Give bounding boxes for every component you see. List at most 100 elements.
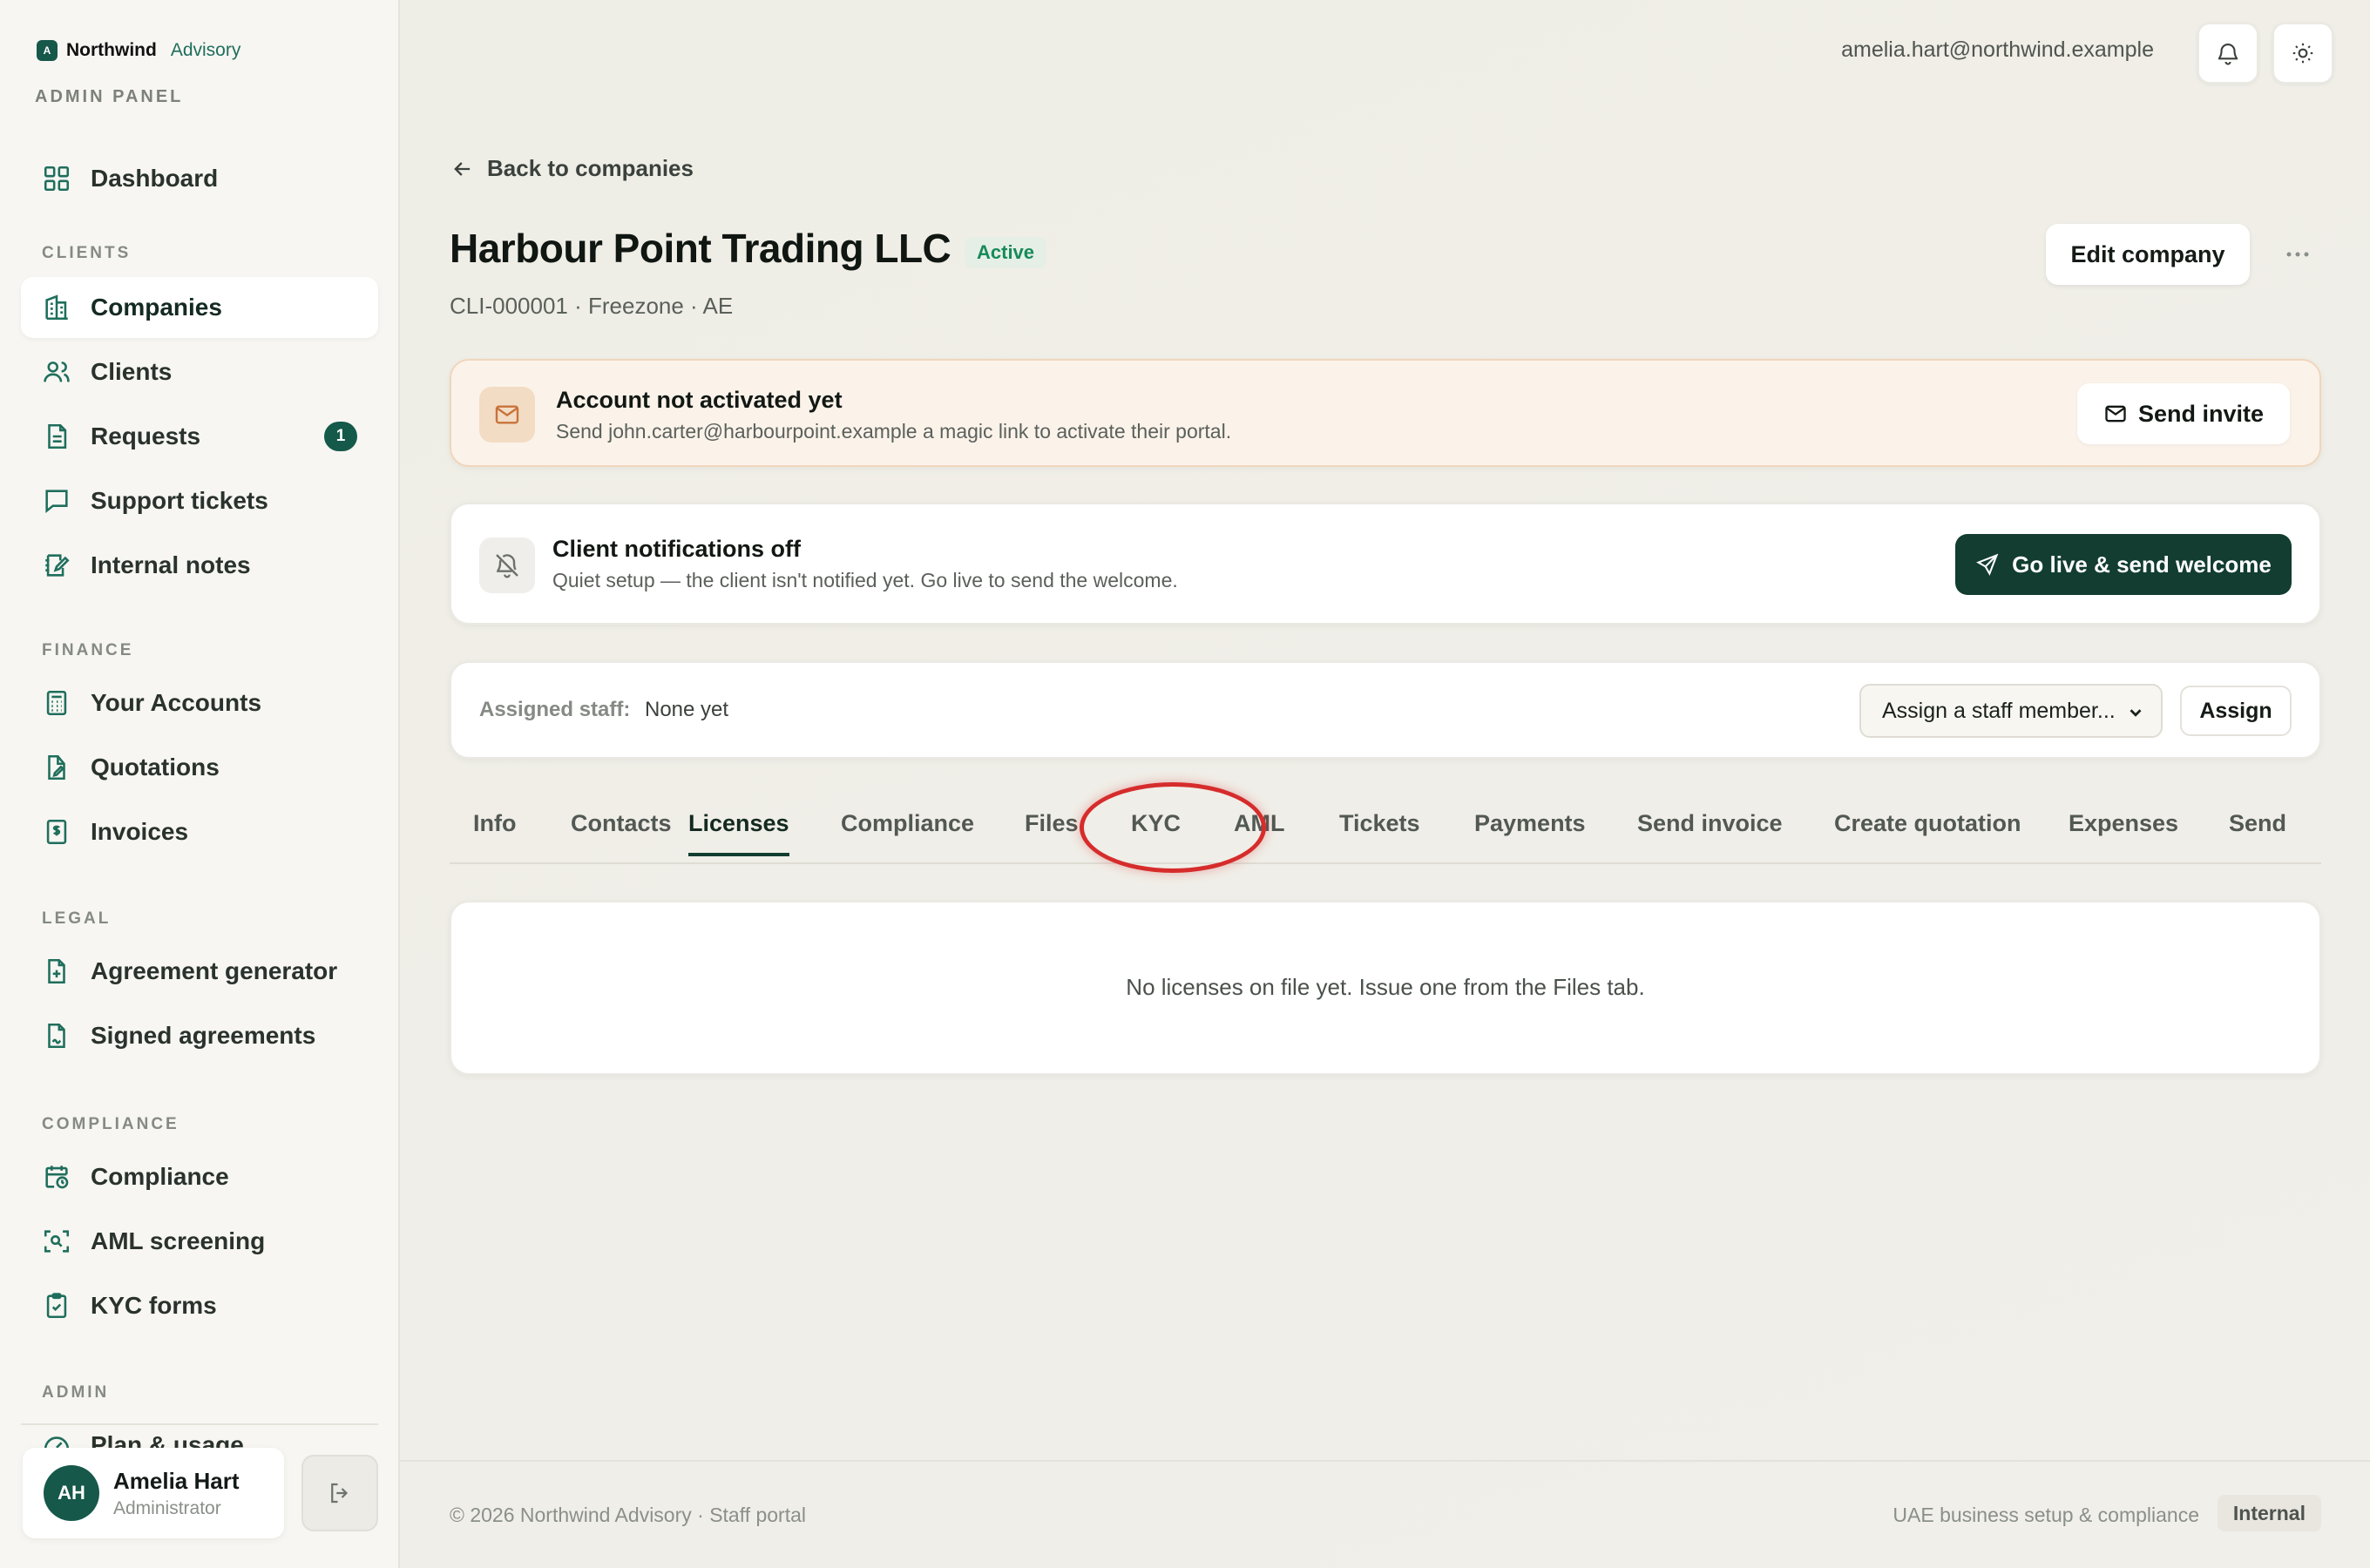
logout-button[interactable] xyxy=(301,1455,378,1531)
company-meta: CLI-000001 · Freezone · AE xyxy=(450,293,734,319)
tab-expenses[interactable]: Expenses xyxy=(2069,810,2178,853)
sidebar-item-label: Requests xyxy=(91,422,201,449)
notifications-description: Quiet setup — the client isn't notified … xyxy=(552,569,1178,591)
avatar: AH xyxy=(44,1465,99,1521)
sidebar-item-your-accounts[interactable]: Your Accounts xyxy=(21,672,378,733)
nav-group-admin: ADMIN xyxy=(42,1383,110,1402)
tab-tickets[interactable]: Tickets xyxy=(1339,810,1420,853)
sidebar-item-quotations[interactable]: Quotations xyxy=(21,737,378,798)
tab-files[interactable]: Files xyxy=(1025,810,1079,853)
theme-toggle-button[interactable] xyxy=(2272,23,2333,84)
tab-kyc[interactable]: KYC xyxy=(1131,810,1181,853)
calculator-icon xyxy=(46,690,67,716)
scan-search-icon xyxy=(44,1230,70,1253)
sidebar-item-aml-screening[interactable]: AML screening xyxy=(21,1211,378,1272)
sidebar-item-requests[interactable]: Requests 1 xyxy=(21,406,378,467)
sidebar-item-internal-notes[interactable]: Internal notes xyxy=(21,535,378,596)
nav-group-finance: FINANCE xyxy=(42,641,134,659)
page-title: Harbour Point Trading LLC xyxy=(450,226,951,271)
users-icon xyxy=(44,362,70,382)
sidebar-item-label: Companies xyxy=(91,294,222,321)
chevron-down-icon xyxy=(2130,709,2142,717)
sidebar-item-companies[interactable]: Companies xyxy=(21,277,378,338)
document-icon xyxy=(48,423,67,449)
sidebar-item-compliance[interactable]: Compliance xyxy=(21,1146,378,1207)
sidebar-item-clients[interactable]: Clients xyxy=(21,341,378,402)
sidebar-item-label: Internal notes xyxy=(91,551,251,578)
nav-group-clients: CLIENTS xyxy=(42,244,132,262)
bell-icon xyxy=(2218,44,2238,65)
user-name: Amelia Hart xyxy=(113,1467,240,1494)
more-options-button[interactable] xyxy=(2272,237,2324,272)
edit-company-button[interactable]: Edit company xyxy=(2046,224,2250,285)
brand-logo[interactable]: A Northwind Advisory xyxy=(37,40,240,61)
tab-aml[interactable]: AML xyxy=(1234,810,1284,853)
sidebar-item-kyc-forms[interactable]: KYC forms xyxy=(21,1275,378,1336)
message-icon xyxy=(45,490,68,513)
staff-member-select[interactable]: Assign a staff member... xyxy=(1859,684,2163,738)
footer-internal-tag: Internal xyxy=(2217,1495,2321,1531)
brand-subtitle: Advisory xyxy=(170,40,241,60)
file-plus-icon xyxy=(48,958,65,984)
sidebar-divider xyxy=(21,1423,378,1425)
requests-count-badge: 1 xyxy=(324,422,357,451)
notifications-title: Client notifications off xyxy=(552,536,801,562)
tab-licenses[interactable]: Licenses xyxy=(688,810,789,856)
sidebar-item-label: Quotations xyxy=(91,754,220,781)
sidebar-item-label: Signed agreements xyxy=(91,1022,316,1049)
assigned-staff-value: None yet xyxy=(645,698,729,721)
sidebar-item-invoices[interactable]: Invoices xyxy=(21,801,378,862)
go-live-label: Go live & send welcome xyxy=(2012,551,2272,578)
sidebar-item-label: AML screening xyxy=(91,1227,266,1254)
footer-divider xyxy=(400,1460,2370,1462)
tab-compliance[interactable]: Compliance xyxy=(841,810,974,853)
empty-state-message: No licenses on file yet. Issue one from … xyxy=(1126,974,1645,1000)
brand-name: Northwind xyxy=(66,40,157,60)
send-invite-button[interactable]: Send invite xyxy=(2077,383,2290,444)
sidebar-item-support-tickets[interactable]: Support tickets xyxy=(21,470,378,531)
alert-description: Send john.carter@harbourpoint.example a … xyxy=(556,420,1232,443)
arrow-left-icon xyxy=(454,161,471,176)
bell-off-icon xyxy=(479,537,535,593)
notes-icon xyxy=(45,554,70,577)
sidebar-item-signed-agreements[interactable]: Signed agreements xyxy=(21,1005,378,1066)
sidebar-item-dashboard[interactable]: Dashboard xyxy=(21,148,378,209)
sidebar-item-label: Support tickets xyxy=(91,487,268,514)
assigned-staff-card: Assigned staff: None yet Assign a staff … xyxy=(450,661,2321,759)
send-invite-label: Send invite xyxy=(2137,400,2265,427)
file-signed-icon xyxy=(48,1023,65,1049)
calendar-clock-icon xyxy=(45,1166,69,1189)
tab-contacts[interactable]: Contacts xyxy=(571,810,672,853)
back-to-companies-link[interactable]: Back to companies xyxy=(450,155,694,182)
notifications-button[interactable] xyxy=(2197,23,2258,84)
licenses-panel: No licenses on file yet. Issue one from … xyxy=(450,901,2321,1075)
sidebar-item-label: Invoices xyxy=(91,818,189,845)
panel-label: ADMIN PANEL xyxy=(35,87,184,106)
assigned-staff-label: Assigned staff: xyxy=(479,698,631,721)
brand-mark-icon: A xyxy=(37,40,58,61)
nav-group-compliance: COMPLIANCE xyxy=(42,1115,179,1133)
sidebar-item-label: Agreement generator xyxy=(91,957,338,984)
sidebar-item-label: Compliance xyxy=(91,1163,229,1190)
tab-send-invoice[interactable]: Send invoice xyxy=(1637,810,1783,853)
tab-create-quotation[interactable]: Create quotation xyxy=(1834,810,2021,853)
activation-alert: Account not activated yet Send john.cart… xyxy=(450,359,2321,467)
sidebar-item-label: Clients xyxy=(91,358,173,385)
main-content: amelia.hart@northwind.example Back to co… xyxy=(400,0,2370,1568)
sidebar-nav: Dashboard CLIENTS Companies Clients Requ… xyxy=(21,148,378,1476)
sun-icon xyxy=(2292,43,2313,64)
company-tabs: Info Contacts Licenses Compliance Files … xyxy=(450,784,2321,864)
tab-payments[interactable]: Payments xyxy=(1474,810,1586,853)
go-live-button[interactable]: Go live & send welcome xyxy=(1955,534,2292,595)
notifications-card: Client notifications off Quiet setup — t… xyxy=(450,503,2321,625)
user-card[interactable]: AH Amelia Hart Administrator xyxy=(23,1448,284,1538)
assign-button[interactable]: Assign xyxy=(2180,686,2292,736)
user-email: amelia.hart@northwind.example xyxy=(1841,37,2154,62)
sidebar-item-label: Your Accounts xyxy=(91,689,262,716)
clipboard-check-icon xyxy=(46,1293,67,1319)
tab-info[interactable]: Info xyxy=(473,810,516,853)
tab-send[interactable]: Send xyxy=(2229,810,2286,853)
sidebar-item-agreement-generator[interactable]: Agreement generator xyxy=(21,941,378,1002)
staff-select-value: Assign a staff member... xyxy=(1882,698,2116,723)
dashboard-icon xyxy=(44,166,70,192)
